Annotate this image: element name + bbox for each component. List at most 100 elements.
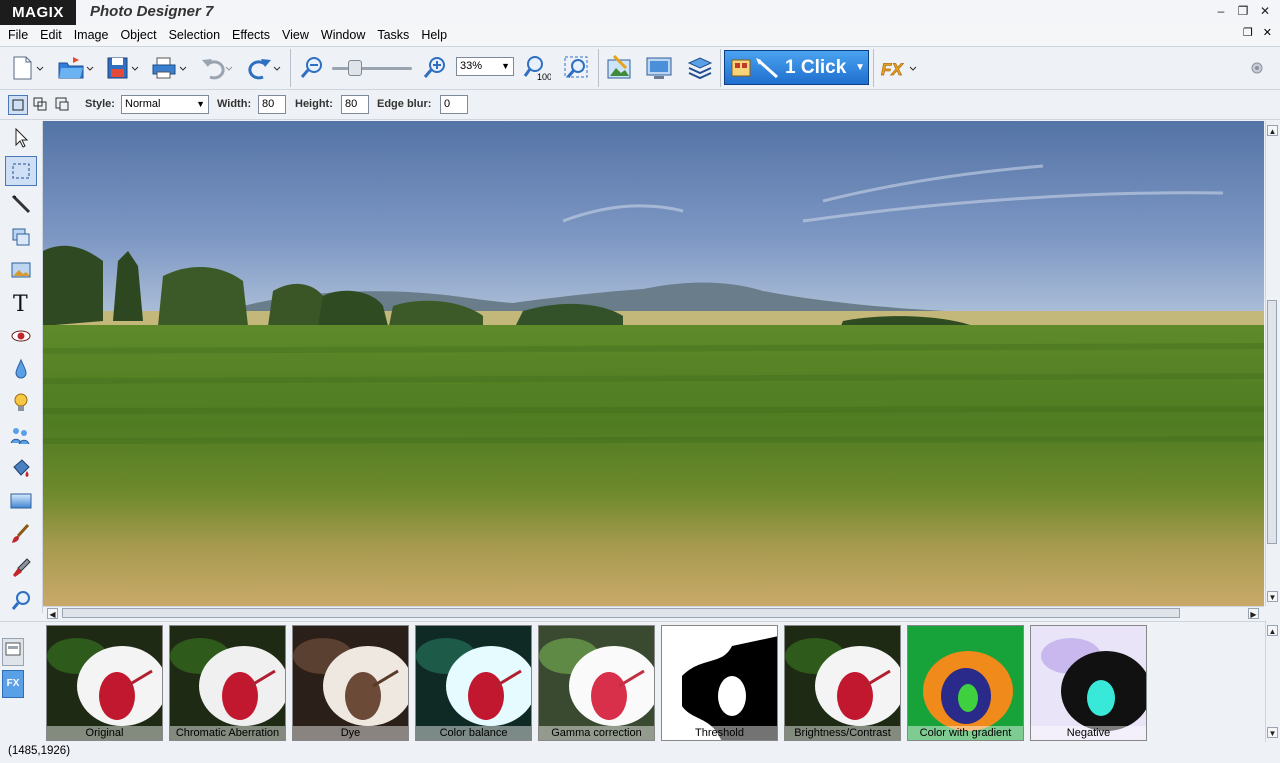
- scroll-right-icon[interactable]: ▶: [1248, 608, 1259, 619]
- new-file-icon: [13, 56, 44, 80]
- effect-label: Brightness/Contrast: [785, 726, 900, 740]
- one-click-icon: [731, 58, 778, 79]
- open-file-button[interactable]: [56, 53, 96, 83]
- chevron-down-icon: ▼: [855, 62, 865, 73]
- open-folder-icon: [58, 57, 94, 79]
- menu-edit[interactable]: Edit: [34, 25, 68, 46]
- menu-tasks[interactable]: Tasks: [371, 25, 415, 46]
- layers-icon: [687, 57, 713, 80]
- redo-icon: [248, 59, 281, 80]
- effect-thumb-color-balance[interactable]: Color balance: [415, 625, 532, 741]
- zoom-fit-button[interactable]: [561, 53, 591, 83]
- zoom-level-select[interactable]: 33% ▼: [456, 57, 514, 76]
- slideshow-button[interactable]: [643, 53, 675, 83]
- blur-tool[interactable]: [5, 354, 37, 384]
- menu-file[interactable]: File: [2, 25, 34, 46]
- effect-thumb-chromatic-aberration[interactable]: Chromatic Aberration: [169, 625, 286, 741]
- dodge-tool[interactable]: [5, 387, 37, 417]
- menu-view[interactable]: View: [276, 25, 315, 46]
- zoom-in-button[interactable]: [421, 53, 449, 83]
- fx-tab[interactable]: FX: [2, 670, 24, 698]
- objects-icon: [12, 228, 30, 246]
- effect-thumb-threshold[interactable]: Threshold: [661, 625, 778, 741]
- media-pool-tab[interactable]: [2, 638, 24, 666]
- zoom-slider[interactable]: [332, 67, 412, 70]
- restore-icon[interactable]: ❐: [1234, 2, 1252, 20]
- text-icon: T: [13, 292, 28, 315]
- effect-thumb-color-with-gradient[interactable]: Color with gradient: [907, 625, 1024, 741]
- magnifier-icon: [11, 591, 30, 610]
- menu-effects[interactable]: Effects: [226, 25, 276, 46]
- layers-button[interactable]: [684, 53, 716, 83]
- effect-thumb-brightness-contrast[interactable]: Brightness/Contrast: [784, 625, 901, 741]
- document-close-icon[interactable]: ✕: [1263, 26, 1272, 39]
- print-icon: [152, 57, 187, 79]
- menu-help[interactable]: Help: [415, 25, 453, 46]
- object-tool[interactable]: [5, 222, 37, 252]
- main-toolbar: 100 FX: [0, 47, 1280, 90]
- close-icon[interactable]: ✕: [1256, 2, 1274, 20]
- width-input[interactable]: 80: [258, 95, 286, 114]
- zoom-out-icon: [300, 57, 322, 78]
- scroll-down-icon[interactable]: ▼: [1267, 591, 1278, 602]
- photo-wand-icon: [607, 54, 631, 79]
- tool-palette: T: [0, 121, 43, 613]
- pointer-tool[interactable]: [5, 123, 37, 153]
- image-tool[interactable]: [5, 255, 37, 285]
- menu-selection[interactable]: Selection: [163, 25, 226, 46]
- menu-window[interactable]: Window: [315, 25, 371, 46]
- zoom-out-button[interactable]: [298, 53, 326, 83]
- clone-stamp-icon: [10, 428, 30, 445]
- undo-button[interactable]: [198, 53, 236, 83]
- red-eye-tool[interactable]: [5, 321, 37, 351]
- effect-thumb-original[interactable]: Original: [46, 625, 163, 741]
- zoom-slider-handle[interactable]: [348, 60, 362, 76]
- menu-image[interactable]: Image: [68, 25, 115, 46]
- rectangle-selection-tool[interactable]: [5, 156, 37, 186]
- height-input[interactable]: 80: [341, 95, 369, 114]
- horizontal-scroll-thumb[interactable]: [62, 608, 1180, 618]
- clone-tool[interactable]: [5, 420, 37, 450]
- document-restore-icon[interactable]: ❐: [1243, 26, 1253, 39]
- text-tool[interactable]: T: [5, 288, 37, 318]
- effects-scroll-down-icon[interactable]: ▼: [1267, 727, 1278, 738]
- menu-object[interactable]: Object: [114, 25, 162, 46]
- zoom-tool[interactable]: [5, 585, 37, 615]
- scroll-left-icon[interactable]: ◀: [47, 608, 58, 619]
- gradient-tool[interactable]: [5, 486, 37, 516]
- effects-scrollbar[interactable]: [1265, 621, 1280, 742]
- effects-scroll-up-icon[interactable]: ▲: [1267, 625, 1278, 636]
- effect-thumb-dye[interactable]: Dye: [292, 625, 409, 741]
- brush-tool[interactable]: [5, 189, 37, 219]
- style-select[interactable]: Normal ▼: [121, 95, 209, 114]
- minimize-icon[interactable]: –: [1212, 2, 1230, 20]
- effect-thumb-gamma-correction[interactable]: Gamma correction: [538, 625, 655, 741]
- photo-optimize-button[interactable]: [603, 53, 635, 83]
- save-button[interactable]: [104, 53, 142, 83]
- image-canvas[interactable]: [43, 121, 1264, 606]
- vertical-scroll-thumb[interactable]: [1267, 300, 1277, 544]
- selection-mode-add-button[interactable]: [31, 95, 51, 115]
- scroll-up-icon[interactable]: ▲: [1267, 125, 1278, 136]
- print-button[interactable]: [150, 53, 190, 83]
- color-picker-tool[interactable]: [5, 552, 37, 582]
- new-file-button[interactable]: [8, 53, 46, 83]
- effect-thumb-negative[interactable]: Negative: [1030, 625, 1147, 741]
- paint-brush-tool[interactable]: [5, 519, 37, 549]
- options-bar: Style: Normal ▼ Width: 80 Height: 80 Edg…: [0, 90, 1280, 120]
- effect-label: Chromatic Aberration: [170, 726, 285, 740]
- zoom-100-button[interactable]: 100: [522, 53, 552, 83]
- magix-logo: MAGIX: [0, 0, 76, 25]
- selection-mode-new-button[interactable]: [8, 95, 28, 115]
- gradient-icon: [10, 493, 32, 509]
- selection-mode-subtract-button[interactable]: [53, 95, 73, 115]
- rect-select-icon: [12, 99, 24, 111]
- fill-tool[interactable]: [5, 453, 37, 483]
- one-click-button[interactable]: 1 Click ▼: [724, 50, 869, 85]
- settings-icon[interactable]: [1246, 53, 1268, 83]
- save-icon: [107, 57, 139, 79]
- rect-add-icon: [33, 97, 47, 111]
- edge-blur-input[interactable]: 0: [440, 95, 468, 114]
- redo-button[interactable]: [245, 53, 283, 83]
- fx-effects-button[interactable]: FX: [878, 53, 922, 83]
